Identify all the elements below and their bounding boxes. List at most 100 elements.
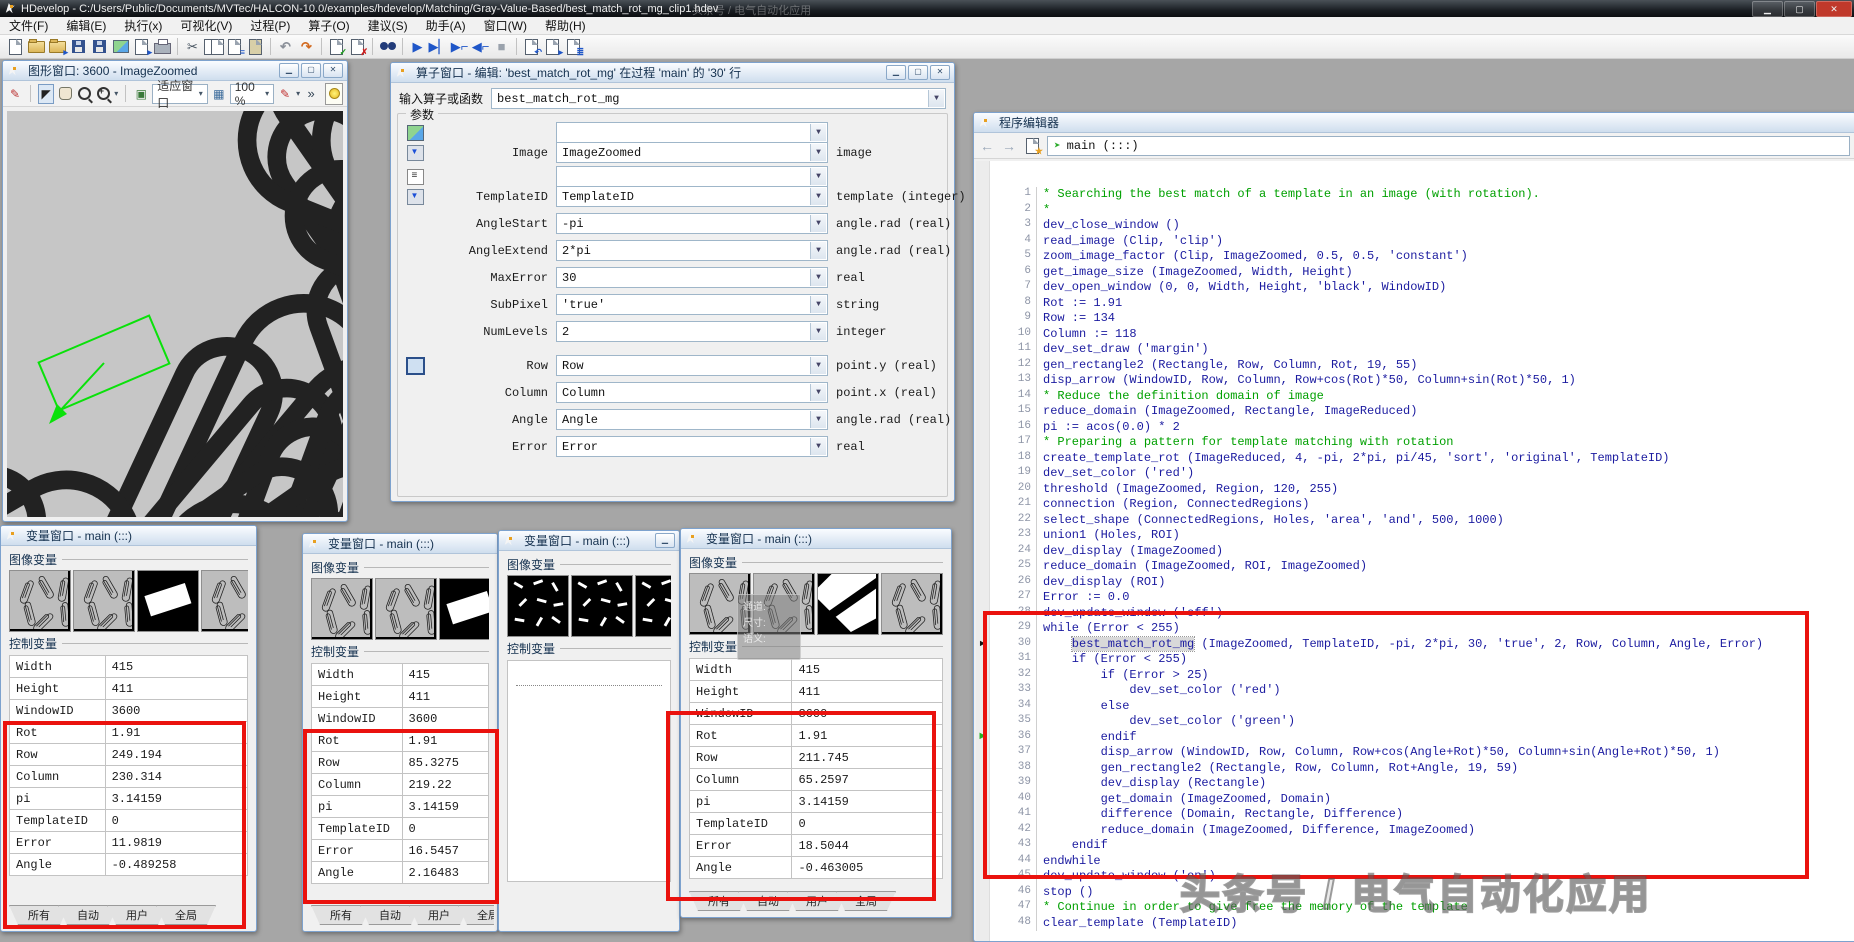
new-program-icon[interactable]: [5, 36, 26, 57]
image-thumbnail[interactable]: [73, 570, 135, 632]
chevron-down-icon[interactable]: ▼: [810, 411, 826, 428]
menu-item[interactable]: 帮助(H): [536, 16, 595, 35]
var-tab[interactable]: 全局: [836, 891, 896, 911]
variable-row[interactable]: TemplateID 0: [10, 810, 248, 832]
parameter-value-combo[interactable]: ImageZoomed▼: [556, 142, 828, 163]
variable-row[interactable]: Angle 2.16483: [312, 862, 489, 884]
image-thumbnail[interactable]: [311, 578, 373, 640]
code-line[interactable]: 35 dev_set_color ('green'): [976, 714, 1854, 730]
variable-row[interactable]: pi 3.14159: [312, 796, 489, 818]
image-thumbnail[interactable]: [375, 578, 437, 640]
operator-name-combo[interactable]: best_match_rot_mg ▼: [491, 88, 946, 109]
stop-icon[interactable]: ■: [491, 36, 512, 57]
menu-item[interactable]: 算子(O): [299, 16, 358, 35]
procedure-new-icon[interactable]: ★: [1022, 135, 1043, 156]
variable-row[interactable]: Angle -0.463005: [690, 857, 943, 879]
open-program-icon[interactable]: [26, 36, 47, 57]
draw-tool-icon[interactable]: ✎: [277, 84, 293, 104]
variable-window-titlebar[interactable]: 变量窗口 - main (:::) ▁: [499, 531, 679, 551]
step-out-icon[interactable]: ◀⌐: [470, 36, 491, 57]
code-line[interactable]: 45 dev_update_window ('on'): [976, 869, 1854, 885]
variable-row[interactable]: Column 219.22: [312, 774, 489, 796]
pen-tool-icon[interactable]: ✎: [7, 84, 23, 104]
cut-icon[interactable]: ✂: [182, 36, 203, 57]
fit-window-icon[interactable]: ▣: [133, 84, 149, 104]
code-line[interactable]: 20 threshold (ImageZoomed, Region, 120, …: [976, 482, 1854, 498]
variable-row[interactable]: Row 249.194: [10, 744, 248, 766]
chevron-down-icon[interactable]: ▼: [810, 269, 826, 286]
navigate-back-icon[interactable]: ←: [978, 138, 996, 154]
zoom-icon[interactable]: [76, 84, 92, 104]
menu-item[interactable]: 过程(P): [241, 16, 299, 35]
var-tab[interactable]: 全局: [156, 905, 216, 925]
more-tools-chevron[interactable]: »: [303, 84, 319, 104]
region-thumbnail[interactable]: [507, 575, 569, 637]
code-line[interactable]: 9 Row := 134: [976, 311, 1854, 327]
image-thumbnail[interactable]: [201, 570, 248, 632]
reset-program-icon[interactable]: ↶: [521, 36, 542, 57]
variable-window-titlebar[interactable]: 变量窗口 - main (:::): [681, 529, 951, 549]
code-area[interactable]: 1 * Searching the best match of a templa…: [976, 161, 1854, 941]
chevron-down-icon[interactable]: ▼: [810, 438, 826, 455]
parameter-value-combo[interactable]: Angle▼: [556, 409, 828, 430]
code-line[interactable]: 10 Column := 118: [976, 327, 1854, 343]
code-line[interactable]: 44 endwhile: [976, 854, 1854, 870]
variable-row[interactable]: pi 3.14159: [690, 791, 943, 813]
chevron-down-icon[interactable]: ▼: [810, 188, 826, 205]
chevron-down-icon[interactable]: ▼: [810, 323, 826, 340]
parameter-value-combo[interactable]: 30▼: [556, 267, 828, 288]
code-line[interactable]: 17 * Preparing a pattern for template ma…: [976, 435, 1854, 451]
code-line[interactable]: 40 get_domain (ImageZoomed, Domain): [976, 792, 1854, 808]
code-line[interactable]: 7 dev_open_window (0, 0, Width, Height, …: [976, 280, 1854, 296]
chevron-down-icon[interactable]: ▼: [810, 168, 826, 185]
chevron-down-icon[interactable]: ▼: [810, 357, 826, 374]
code-line[interactable]: 30 best_match_rot_mg (ImageZoomed, Templ…: [976, 637, 1854, 653]
code-line[interactable]: 24 dev_display (ImageZoomed): [976, 544, 1854, 560]
code-line[interactable]: 15 reduce_domain (ImageZoomed, Rectangle…: [976, 404, 1854, 420]
menu-item[interactable]: 文件(F): [0, 16, 57, 35]
undo-icon[interactable]: ↶: [275, 36, 296, 57]
chevron-down-icon[interactable]: ▼: [928, 90, 944, 107]
operator-window-titlebar[interactable]: 算子窗口 - 编辑: 'best_match_rot_mg' 在过程 'main…: [391, 63, 954, 83]
maximize-button[interactable]: ▢: [301, 63, 321, 78]
menu-item[interactable]: 可视化(V): [171, 16, 241, 35]
image-thumbnail[interactable]: [881, 573, 943, 635]
editor-titlebar[interactable]: 程序编辑器: [974, 113, 1854, 133]
close-button[interactable]: ✕: [323, 63, 343, 78]
variable-row[interactable]: Rot 1.91: [690, 725, 943, 747]
code-line[interactable]: 42 reduce_domain (ImageZoomed, Differenc…: [976, 823, 1854, 839]
parameter-value-combo[interactable]: Error▼: [556, 436, 828, 457]
image-thumbnail[interactable]: [817, 573, 879, 635]
minimize-button[interactable]: ▁: [1752, 1, 1783, 17]
code-line[interactable]: 1 * Searching the best match of a templa…: [976, 187, 1854, 203]
chevron-down-icon[interactable]: ▾: [296, 89, 300, 98]
variable-window-titlebar[interactable]: 变量窗口 - main (:::): [303, 534, 497, 554]
code-line[interactable]: 48 clear_template (TemplateID): [976, 916, 1854, 932]
zoom-level-combo[interactable]: 100 % ▾: [230, 84, 274, 104]
variable-row[interactable]: WindowID 3600: [10, 700, 248, 722]
variable-row[interactable]: Height 411: [690, 681, 943, 703]
variable-row[interactable]: Error 18.5044: [690, 835, 943, 857]
variable-row[interactable]: Rot 1.91: [312, 730, 489, 752]
image-thumbnail[interactable]: [753, 573, 815, 635]
menu-item[interactable]: 编辑(E): [57, 16, 115, 35]
variable-row[interactable]: WindowID 3600: [312, 708, 489, 730]
image-thumbnail[interactable]: [137, 570, 199, 632]
maximize-button[interactable]: ▢: [1784, 1, 1815, 17]
code-line[interactable]: 12 gen_rectangle2 (Rectangle, Row, Colum…: [976, 358, 1854, 374]
chevron-down-icon[interactable]: ▼: [810, 144, 826, 161]
chevron-down-icon[interactable]: ▼: [810, 242, 826, 259]
run-icon[interactable]: ▶: [407, 36, 428, 57]
code-line[interactable]: 18 create_template_rot (ImageReduced, 4,…: [976, 451, 1854, 467]
code-line[interactable]: 29 while (Error < 255): [976, 621, 1854, 637]
code-line[interactable]: 39 dev_display (Rectangle): [976, 776, 1854, 792]
export-icon[interactable]: ▸: [131, 36, 152, 57]
chevron-down-icon[interactable]: ▾: [114, 89, 118, 98]
open-example-icon[interactable]: ▸: [47, 36, 68, 57]
code-line[interactable]: 5 zoom_image_factor (Clip, ImageZoomed, …: [976, 249, 1854, 265]
parameter-value-combo[interactable]: ▼: [556, 166, 828, 187]
variable-row[interactable]: Height 411: [312, 686, 489, 708]
zoom-in-icon[interactable]: +: [95, 84, 111, 104]
parameter-value-combo[interactable]: ▼: [556, 122, 828, 143]
variable-row[interactable]: Row 85.3275: [312, 752, 489, 774]
